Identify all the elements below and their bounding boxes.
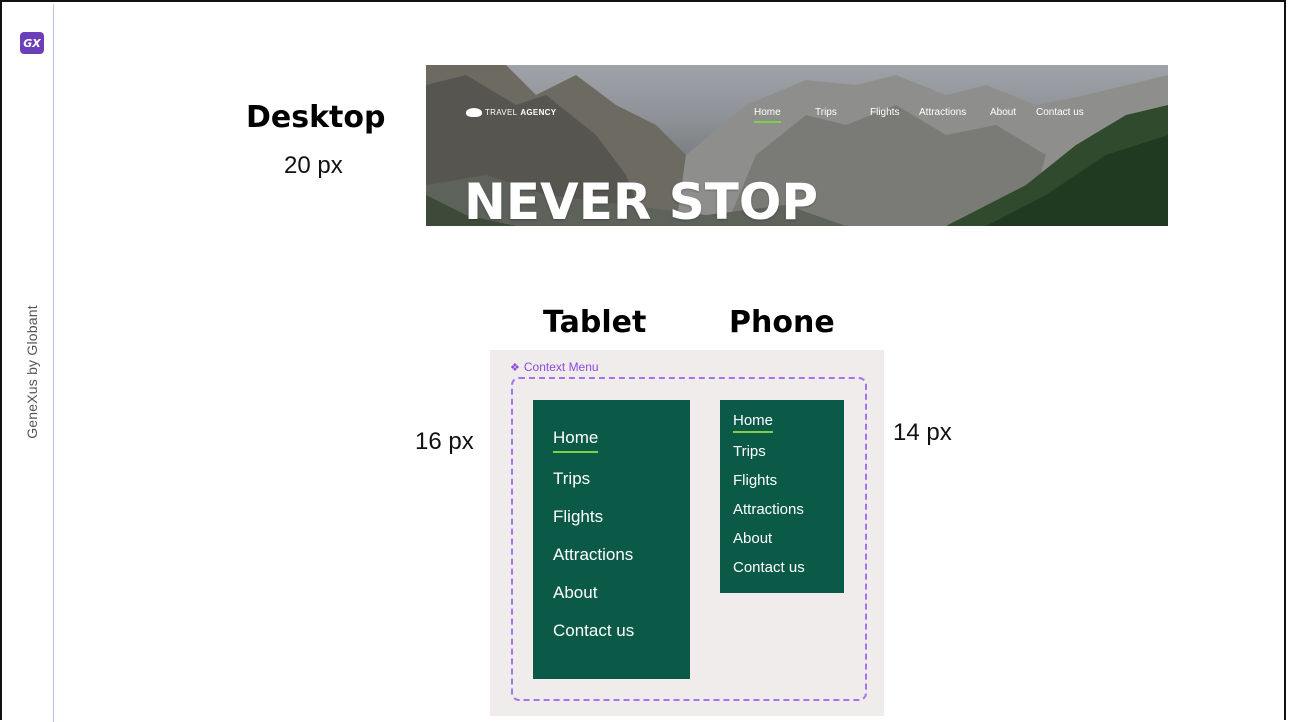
tablet-menu: Home Trips Flights Attractions About Con… — [533, 400, 690, 679]
left-rail: GX GeneXus by Globant — [4, 4, 54, 722]
tablet-label: Tablet — [543, 305, 647, 340]
phone-menu: Home Trips Flights Attractions About Con… — [720, 400, 844, 593]
desktop-nav-trips[interactable]: Trips — [815, 107, 837, 118]
gx-logo-icon: GX — [20, 32, 44, 54]
phone-menu-trips[interactable]: Trips — [733, 443, 766, 460]
context-menu-title[interactable]: ❖ Context Menu — [510, 360, 599, 374]
brand-vertical-text: GeneXus by Globant — [24, 305, 40, 439]
tablet-menu-home[interactable]: Home — [553, 428, 599, 453]
context-menu-title-text: Context Menu — [523, 360, 599, 374]
tablet-size-label: 16 px — [415, 428, 474, 455]
desktop-nav-flights[interactable]: Flights — [870, 107, 899, 118]
context-menu-panel: ❖ Context Menu Home Trips Flights Attrac… — [490, 350, 884, 716]
phone-menu-attractions[interactable]: Attractions — [733, 501, 804, 518]
desktop-label: Desktop — [246, 100, 386, 135]
desktop-nav-contact[interactable]: Contact us — [1036, 107, 1084, 118]
tablet-menu-flights[interactable]: Flights — [553, 507, 603, 527]
desktop-banner: TRAVEL AGENCY Home Trips Flights Attract… — [426, 65, 1168, 226]
phone-size-label: 14 px — [893, 419, 952, 446]
phone-menu-contact[interactable]: Contact us — [733, 559, 805, 576]
tablet-menu-about[interactable]: About — [553, 583, 597, 603]
desktop-nav-about[interactable]: About — [990, 107, 1016, 118]
tablet-menu-contact[interactable]: Contact us — [553, 621, 634, 641]
desktop-nav-attractions[interactable]: Attractions — [919, 107, 966, 118]
slide-frame: GX GeneXus by Globant Desktop 20 px TRAV… — [0, 0, 1286, 722]
desktop-nav-home[interactable]: Home — [754, 107, 781, 123]
phone-menu-home[interactable]: Home — [733, 412, 774, 433]
desktop-nav: Home Trips Flights Attractions About Con… — [426, 107, 1168, 127]
diamond-icon: ❖ — [510, 361, 520, 374]
phone-label: Phone — [729, 305, 835, 340]
phone-menu-flights[interactable]: Flights — [733, 472, 777, 489]
tablet-menu-trips[interactable]: Trips — [553, 469, 590, 489]
phone-menu-about[interactable]: About — [733, 530, 772, 547]
hero-heading: NEVER STOP — [464, 173, 819, 226]
tablet-menu-attractions[interactable]: Attractions — [553, 545, 633, 565]
desktop-size-label: 20 px — [284, 152, 343, 179]
